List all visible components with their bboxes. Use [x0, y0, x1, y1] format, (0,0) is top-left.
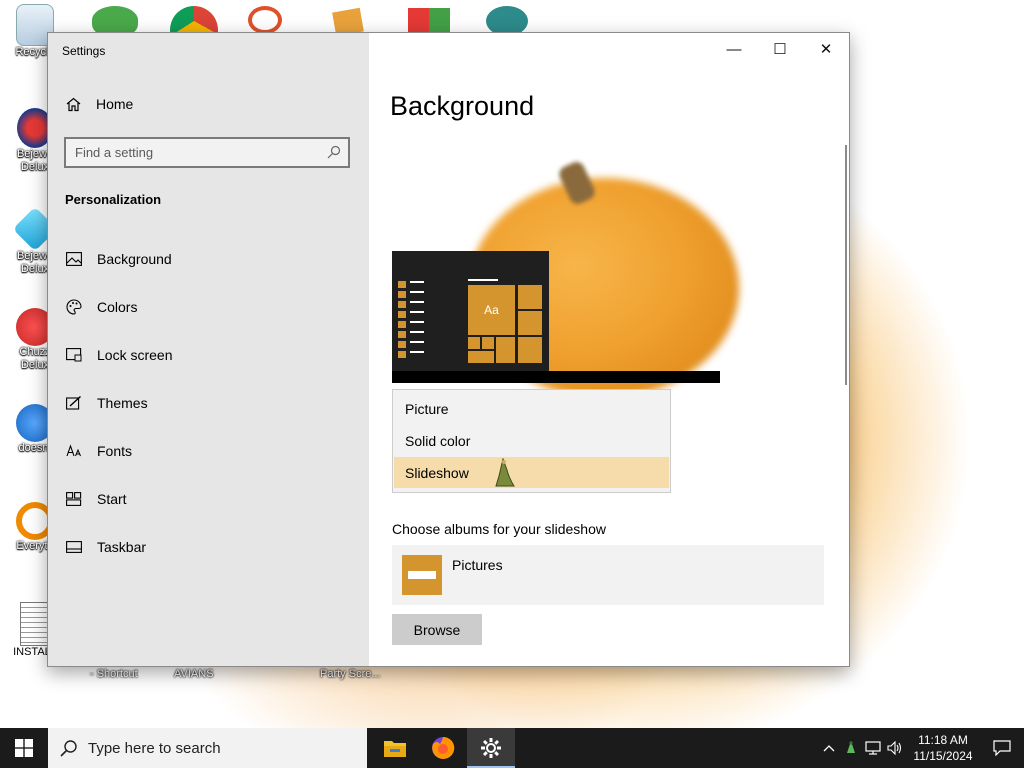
content-pane: — ☐ ✕ Background Aa Picture Solid color … [369, 33, 849, 666]
close-button[interactable]: ✕ [803, 33, 849, 65]
home-icon [65, 96, 81, 112]
notification-center-icon[interactable] [980, 728, 1024, 768]
preview-tile [468, 351, 494, 363]
preview-tile [518, 311, 542, 335]
preview-tile [482, 337, 494, 349]
taskbar-search-placeholder: Type here to search [88, 739, 221, 757]
desktop-icon-label[interactable]: AVIANS [174, 668, 214, 680]
search-icon[interactable] [327, 145, 341, 159]
themes-icon [65, 395, 83, 411]
background-icon [65, 251, 83, 267]
sidebar-item-colors[interactable]: Colors [48, 283, 369, 331]
desktop-icon-label[interactable]: Party Scre... [320, 668, 381, 680]
settings-icon [481, 738, 501, 758]
clock-time: 11:18 AM [918, 733, 968, 747]
settings-window: Settings Home Personalization Background [47, 32, 850, 667]
page-title: Background [390, 91, 535, 121]
find-setting-input[interactable] [66, 144, 317, 161]
browse-button[interactable]: Browse [392, 614, 482, 645]
search-icon [60, 739, 78, 757]
window-title: Settings [62, 44, 106, 58]
taskbar-app-file-explorer[interactable] [371, 728, 419, 768]
sidebar-item-label: Fonts [97, 443, 133, 459]
album-name: Pictures [452, 557, 503, 573]
volume-icon[interactable] [884, 728, 906, 768]
window-controls: — ☐ ✕ [711, 33, 849, 65]
tray-app-icon[interactable] [840, 728, 862, 768]
home-link[interactable]: Home [65, 96, 133, 112]
preview-tile [496, 337, 515, 363]
dropdown-option-solid-color[interactable]: Solid color [394, 425, 669, 456]
preview-tile [518, 337, 542, 363]
fonts-icon [65, 443, 83, 459]
preview-tile [518, 285, 542, 309]
dropdown-option-picture[interactable]: Picture [394, 393, 669, 424]
clock-date: 11/15/2024 [913, 749, 973, 763]
people-icon[interactable] [92, 6, 138, 34]
album-item-pictures[interactable]: Pictures [392, 545, 824, 605]
taskbar-app-settings[interactable] [467, 728, 515, 768]
sidebar-item-label: Start [97, 491, 127, 507]
app-icon[interactable] [248, 6, 282, 34]
section-title: Personalization [65, 192, 162, 207]
sidebar-item-taskbar[interactable]: Taskbar [48, 523, 369, 571]
taskbar-search-box[interactable]: Type here to search [48, 728, 367, 768]
show-hidden-icons-chevron-icon[interactable] [818, 728, 840, 768]
system-tray: 11:18 AM 11/15/2024 [818, 728, 1024, 768]
maximize-button[interactable]: ☐ [757, 33, 803, 65]
file-explorer-icon [384, 741, 406, 757]
sidebar-item-lock-screen[interactable]: Lock screen [48, 331, 369, 379]
preview-start-menu [398, 281, 406, 361]
dropdown-option-slideshow[interactable]: Slideshow [394, 457, 669, 488]
folder-icon [402, 555, 442, 595]
preview-tile [468, 337, 480, 349]
sidebar-item-background[interactable]: Background [48, 235, 369, 283]
home-label: Home [96, 96, 134, 112]
background-type-dropdown[interactable]: Picture Solid color Slideshow [392, 389, 671, 493]
preview-menu-lines [410, 281, 424, 361]
sidebar-item-themes[interactable]: Themes [48, 379, 369, 427]
text-file-icon [20, 602, 50, 646]
network-icon[interactable] [862, 728, 884, 768]
preview-taskbar [392, 371, 720, 383]
taskbar: Type here to search 11:18 AM 11/15/2024 [0, 728, 1024, 768]
clock[interactable]: 11:18 AM 11/15/2024 [906, 732, 980, 764]
dropdown-option-label: Slideshow [405, 464, 469, 481]
cursor-icon [493, 457, 517, 488]
scrollbar[interactable] [845, 145, 847, 385]
taskbar-app-firefox[interactable] [419, 728, 467, 768]
find-setting-search-box[interactable] [64, 137, 350, 168]
palette-icon [65, 299, 83, 315]
preview-tile: Aa [468, 285, 515, 335]
lock-screen-icon [65, 347, 83, 363]
taskbar-icon [65, 539, 83, 555]
sidebar-item-label: Themes [97, 395, 148, 411]
sidebar: Settings Home Personalization Background [48, 33, 369, 666]
sidebar-item-label: Background [97, 251, 172, 267]
windows-logo-icon [15, 739, 33, 757]
sidebar-item-label: Taskbar [97, 539, 147, 555]
preview-desktop-mockup: Aa [392, 251, 549, 371]
sidebar-item-label: Lock screen [97, 347, 173, 363]
sidebar-item-label: Colors [97, 299, 138, 315]
firefox-icon [432, 736, 455, 759]
sidebar-item-fonts[interactable]: Fonts [48, 427, 369, 475]
preview-topline [468, 279, 498, 281]
start-button[interactable] [0, 728, 48, 768]
sidebar-item-start[interactable]: Start [48, 475, 369, 523]
sidebar-nav: Background Colors Lock screen Themes Fon… [48, 235, 369, 571]
minimize-button[interactable]: — [711, 33, 757, 65]
start-icon [65, 491, 83, 507]
desktop-icon-label[interactable]: - Shortcut [90, 668, 138, 680]
albums-label: Choose albums for your slideshow [392, 521, 606, 537]
